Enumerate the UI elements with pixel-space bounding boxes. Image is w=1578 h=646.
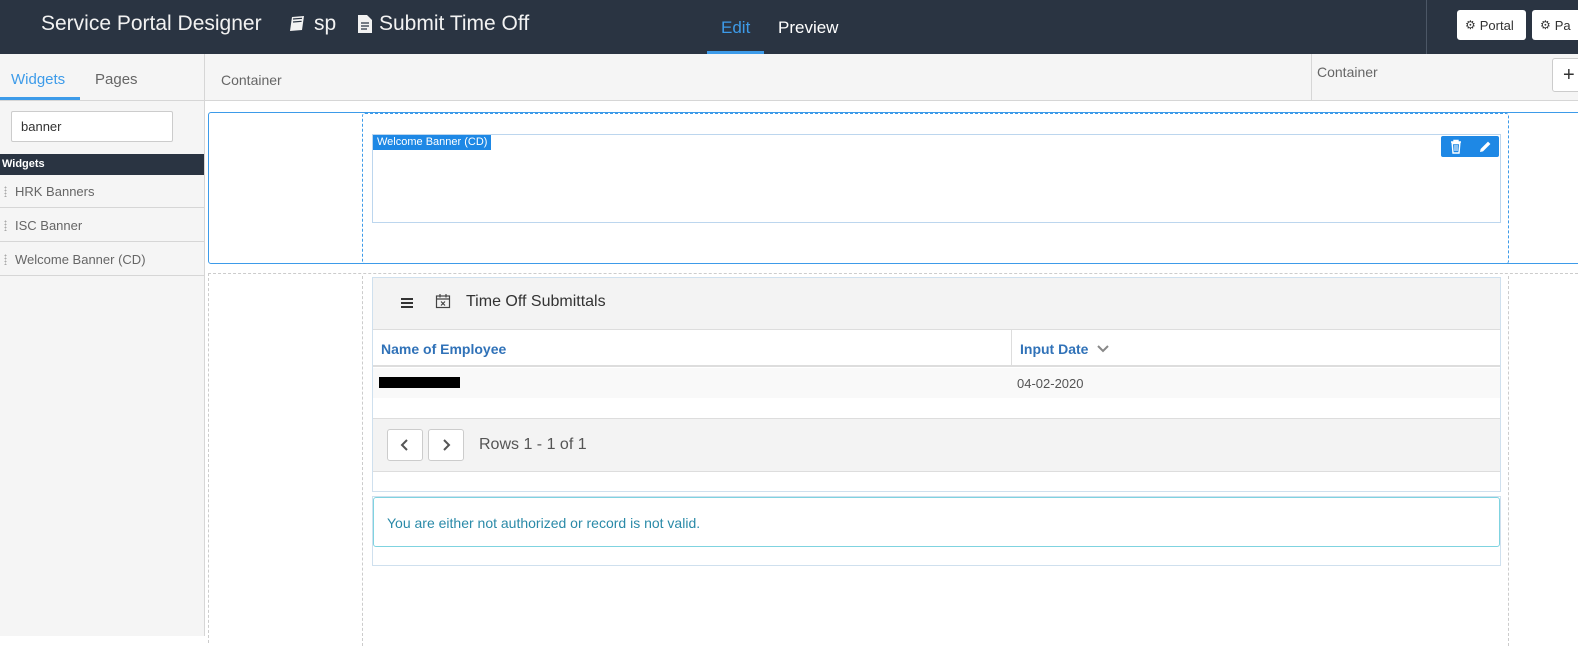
- container-properties-label: Container: [1317, 64, 1378, 80]
- sidebar: Widgets Pages Widgets HRK Banners ISC Ba…: [0, 54, 205, 636]
- widget-search-input[interactable]: [11, 111, 173, 142]
- page-button[interactable]: ⚙ Pa: [1532, 10, 1578, 40]
- add-container-button[interactable]: +: [1552, 58, 1578, 92]
- chevron-left-icon: [400, 439, 408, 451]
- top-header: Service Portal Designer sp Submit Time O…: [0, 0, 1578, 54]
- widget-item-label: Welcome Banner (CD): [15, 252, 146, 267]
- tab-widgets-underline: [0, 97, 80, 100]
- redacted-employee-name: [379, 377, 460, 388]
- app-title: Service Portal Designer: [41, 12, 262, 35]
- alert-message: You are either not authorized or record …: [387, 515, 701, 531]
- pencil-icon[interactable]: [1477, 139, 1493, 154]
- gear-icon: ⚙: [1465, 18, 1476, 32]
- drag-handle-icon[interactable]: [4, 186, 7, 197]
- previous-page-button[interactable]: [387, 429, 423, 461]
- tab-pages[interactable]: Pages: [95, 71, 138, 88]
- book-icon: [290, 16, 304, 31]
- trash-icon[interactable]: [1448, 139, 1464, 154]
- container-bar: Container Container +: [205, 54, 1578, 101]
- column-header-input-date[interactable]: Input Date: [1020, 341, 1088, 357]
- widget-item-hrk-banners[interactable]: HRK Banners: [0, 175, 204, 208]
- widget-item-welcome-banner[interactable]: Welcome Banner (CD): [0, 243, 204, 276]
- container-draggable[interactable]: Container: [221, 72, 282, 88]
- portal-button-label: Portal: [1479, 17, 1514, 33]
- chevron-right-icon: [443, 439, 451, 451]
- page-breadcrumb[interactable]: Submit Time Off: [357, 12, 529, 36]
- table-cell-input-date: 04-02-2020: [1017, 376, 1084, 391]
- welcome-banner-widget[interactable]: [372, 134, 1501, 223]
- next-page-button[interactable]: [428, 429, 464, 461]
- table-row[interactable]: [373, 368, 1500, 398]
- page-breadcrumb-label: Submit Time Off: [379, 12, 530, 35]
- chevron-down-icon[interactable]: [1096, 344, 1110, 354]
- widget-item-label: ISC Banner: [15, 218, 83, 233]
- document-icon: [358, 15, 372, 33]
- tab-edit[interactable]: Edit: [721, 18, 750, 38]
- plus-icon: +: [1563, 64, 1575, 86]
- widget-item-label: HRK Banners: [15, 184, 95, 199]
- column-header-name[interactable]: Name of Employee: [381, 341, 506, 357]
- widget-name-tag: Welcome Banner (CD): [373, 135, 492, 150]
- gear-icon: ⚙: [1540, 18, 1551, 32]
- portal-button[interactable]: ⚙ Portal: [1457, 10, 1526, 40]
- portal-breadcrumb-label: sp: [314, 12, 337, 35]
- column-divider: [1011, 330, 1012, 366]
- widgets-group-header: Widgets: [0, 154, 204, 175]
- tab-preview[interactable]: Preview: [778, 18, 838, 38]
- widget-actions: [1441, 136, 1499, 157]
- drag-handle-icon[interactable]: [4, 220, 7, 231]
- container-bar-divider: [1311, 54, 1312, 100]
- drag-handle-icon[interactable]: [4, 254, 7, 265]
- calendar-x-icon: [435, 294, 451, 309]
- tab-widgets[interactable]: Widgets: [11, 71, 65, 88]
- header-divider: [1426, 0, 1427, 54]
- sidebar-tabs: Widgets Pages: [0, 54, 204, 101]
- portal-breadcrumb[interactable]: sp: [288, 12, 336, 36]
- pagination-text: Rows 1 - 1 of 1: [479, 436, 587, 453]
- list-title: Time Off Submittals: [466, 293, 606, 310]
- page-button-label: Pa: [1554, 17, 1571, 33]
- menu-icon[interactable]: [401, 297, 413, 309]
- table-header-row: Name of Employee Input Date: [373, 330, 1500, 367]
- widget-item-isc-banner[interactable]: ISC Banner: [0, 209, 204, 242]
